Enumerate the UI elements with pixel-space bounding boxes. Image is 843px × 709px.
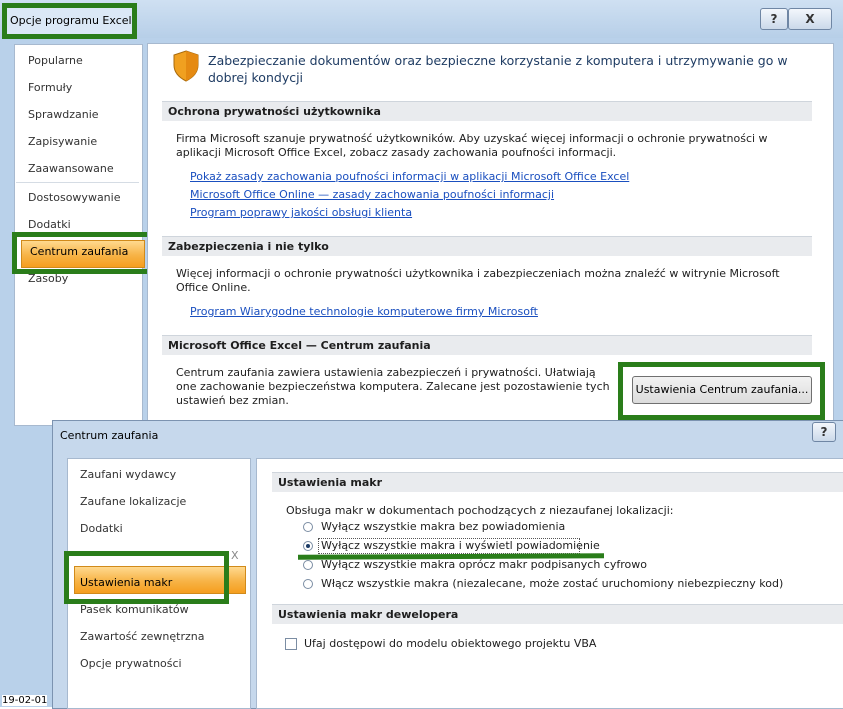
trust-center-settings-button[interactable]: Ustawienia Centrum zaufania... — [632, 376, 812, 404]
option-disable-no-notify: Wyłącz wszystkie makra bez powiadomienia — [321, 520, 566, 533]
option-disable-except-signed: Wyłącz wszystkie makra oprócz makr podpi… — [321, 558, 647, 571]
nav-item-zaawansowane[interactable]: Zaawansowane — [28, 162, 114, 175]
nav2-item-opcje-prywatnosci[interactable]: Opcje prywatności — [80, 657, 182, 670]
privacy-text: Firma Microsoft szanuje prywatność użytk… — [176, 132, 768, 159]
nav-item-zasoby[interactable]: Zasoby — [28, 272, 68, 285]
date-stamp: 19-02-01 — [2, 695, 48, 706]
dialog-title: Centrum zaufania — [60, 429, 159, 442]
nav2-item-pasek-komunikatow[interactable]: Pasek komunikatów — [80, 603, 189, 616]
nav2-item-dodatki[interactable]: Dodatki — [80, 522, 123, 535]
vba-trust-label: Ufaj dostępowi do modelu obiektowego pro… — [304, 637, 597, 650]
nav2-partial-text: X — [231, 549, 239, 562]
vba-trust-checkbox[interactable] — [285, 638, 297, 650]
nav2-item-zaufani-wydawcy[interactable]: Zaufani wydawcy — [80, 468, 176, 481]
nav2-item-zawartosc-zewnetrzna[interactable]: Zawartość zewnętrzna — [80, 630, 204, 643]
radio-enable-all[interactable] — [303, 579, 313, 589]
window-title: Opcje programu Excel — [10, 14, 132, 27]
shield-icon — [173, 50, 199, 82]
option-disable-with-notify: Wyłącz wszystkie makra i wyświetl powiad… — [321, 539, 600, 552]
nav-item-formuly[interactable]: Formuły — [28, 81, 72, 94]
privacy-link-program[interactable]: Program poprawy jakości obsługi klienta — [190, 206, 412, 219]
nav-item-centrum-zaufania[interactable]: Centrum zaufania — [30, 245, 128, 258]
nav-divider — [16, 182, 139, 183]
nav2-item-ustawienia-makr[interactable]: Ustawienia makr — [80, 576, 172, 589]
radio-disable-with-notify[interactable] — [303, 541, 313, 551]
page-header: Zabezpieczanie dokumentów oraz bezpieczn… — [208, 53, 788, 85]
privacy-link-online[interactable]: Microsoft Office Online — zasady zachowa… — [190, 188, 554, 201]
privacy-heading: Ochrona prywatności użytkownika — [162, 101, 812, 121]
trust-heading: Microsoft Office Excel — Centrum zaufani… — [162, 335, 812, 355]
nav-item-popularne[interactable]: Popularne — [28, 54, 83, 67]
nav-item-zapisywanie[interactable]: Zapisywanie — [28, 135, 97, 148]
macro-settings-heading: Ustawienia makr — [272, 472, 843, 492]
option-enable-all: Włącz wszystkie makra (niezalecane, może… — [321, 577, 784, 590]
security-text: Więcej informacji o ochronie prywatności… — [176, 267, 780, 294]
trust-text: Centrum zaufania zawiera ustawienia zabe… — [176, 366, 610, 407]
security-link[interactable]: Program Wiarygodne technologie komputero… — [190, 305, 538, 318]
developer-heading: Ustawienia makr dewelopera — [272, 604, 843, 624]
nav2-item-zaufane-lokalizacje[interactable]: Zaufane lokalizacje — [80, 495, 186, 508]
nav-item-sprawdzanie[interactable]: Sprawdzanie — [28, 108, 99, 121]
help-button[interactable]: ? — [760, 8, 788, 30]
dialog-help-button[interactable]: ? — [812, 422, 836, 442]
radio-disable-except-signed[interactable] — [303, 560, 313, 570]
nav-item-dodatki[interactable]: Dodatki — [28, 218, 71, 231]
macro-intro: Obsługa makr w dokumentach pochodzących … — [286, 504, 674, 517]
nav-item-dostosowywanie[interactable]: Dostosowywanie — [28, 191, 120, 204]
radio-disable-no-notify[interactable] — [303, 522, 313, 532]
close-button[interactable]: X — [788, 8, 832, 30]
privacy-link-excel[interactable]: Pokaż zasady zachowania poufności inform… — [190, 170, 629, 183]
security-heading: Zabezpieczenia i nie tylko — [162, 236, 812, 256]
